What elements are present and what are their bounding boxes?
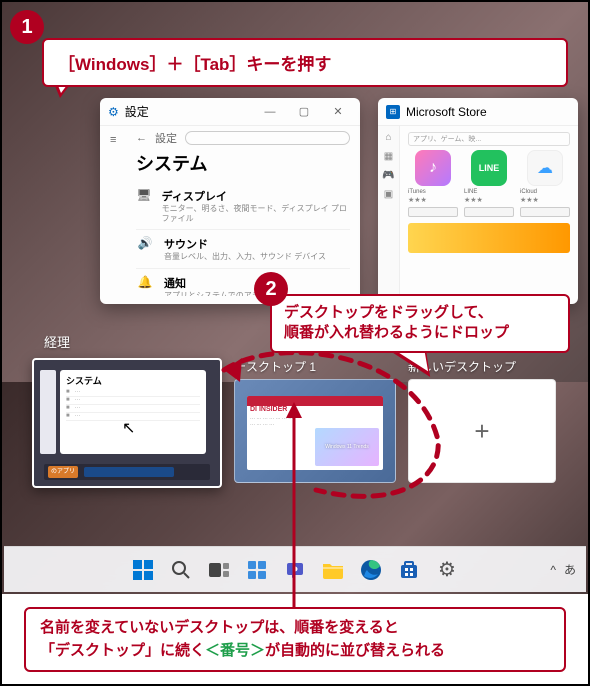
- ime-indicator[interactable]: あ: [564, 561, 576, 578]
- window-title: Microsoft Store: [406, 105, 487, 119]
- store-search[interactable]: アプリ、ゲーム、映...: [408, 132, 570, 146]
- annotation-badge-1: 1: [10, 10, 44, 44]
- store-banner[interactable]: [408, 223, 570, 253]
- games-icon[interactable]: 🎮: [382, 170, 394, 181]
- taskview-icon[interactable]: [207, 558, 231, 582]
- tray-caret-icon[interactable]: ^: [550, 563, 556, 577]
- callout-line: 名前を変えていないデスクトップは、順番を変えると: [40, 619, 399, 636]
- item-sub: 音量レベル、出力、入力、サウンド デバイス: [164, 252, 326, 262]
- settings-item-notifications[interactable]: 🔔 通知アプリとシステムでのアラート: [136, 269, 350, 296]
- window-title: 設定: [125, 103, 149, 120]
- line-icon: LINE: [471, 150, 507, 186]
- mini-browser: DI INSIDER ··· ··· ··· ··· ··· ··· ·····…: [247, 396, 383, 470]
- callout-line: デスクトップをドラッグして、: [284, 304, 493, 321]
- page-title: システム: [136, 150, 350, 176]
- search-icon[interactable]: [169, 558, 193, 582]
- settings-search[interactable]: [185, 131, 350, 145]
- store-taskbar-icon[interactable]: [397, 558, 421, 582]
- gear-icon: ⚙: [108, 105, 119, 119]
- taskview-thumb-settings[interactable]: ⚙ 設定 — ▢ ✕ ≡ ← 設定 システム 🖥 ディスプレイモニター、明るさ、…: [100, 98, 360, 304]
- movies-icon[interactable]: ▣: [384, 189, 393, 200]
- settings-taskbar-icon[interactable]: ⚙: [435, 558, 459, 582]
- home-icon[interactable]: ⌂: [385, 132, 391, 143]
- mini-sidebar: [40, 370, 56, 454]
- display-icon: 🖥: [136, 188, 152, 202]
- tile-rating: ★★★: [408, 196, 458, 204]
- explorer-icon[interactable]: [321, 558, 345, 582]
- desktop-label-dragged: 経理: [44, 332, 70, 351]
- annotation-badge-2: 2: [254, 272, 288, 306]
- callout-number-highlight: ＜番号＞: [205, 642, 265, 659]
- sound-icon: 🔊: [136, 236, 154, 250]
- maximize-icon[interactable]: ▢: [290, 105, 318, 118]
- item-sub: モニター、明るさ、夜間モード、ディスプレイ プロファイル: [162, 204, 350, 223]
- mini-logo: DI INSIDER: [247, 406, 383, 413]
- tile-button[interactable]: [464, 207, 514, 217]
- callout-line: 順番が入れ替わるようにドロップ: [284, 324, 509, 341]
- plus-icon: +: [474, 416, 489, 447]
- breadcrumb: 設定: [155, 130, 177, 146]
- tile-label: iTunes: [408, 189, 458, 196]
- mini-taskbar-segment: [84, 467, 174, 477]
- desktop-thumb-dragged[interactable]: システム ■ ··· ■ ··· ■ ··· ■ ··· ↖ のアプリ: [32, 358, 222, 488]
- tile-button[interactable]: [408, 207, 458, 217]
- edge-icon[interactable]: [359, 558, 383, 582]
- tile-rating: ★★★: [464, 196, 514, 204]
- minimize-icon[interactable]: —: [256, 106, 284, 118]
- annotation-callout-2: デスクトップをドラッグして、 順番が入れ替わるようにドロップ: [270, 294, 570, 353]
- mini-hero-image: Windows 11 Trends: [315, 428, 379, 466]
- store-tile-itunes[interactable]: ♪ iTunes ★★★: [408, 150, 458, 217]
- bell-icon: 🔔: [136, 275, 154, 289]
- desktop-label-1: デスクトップ 1: [234, 358, 316, 375]
- annotation-callout-1: ［Windows］＋［Tab］キーを押す: [42, 38, 568, 87]
- itunes-icon: ♪: [415, 150, 451, 186]
- tile-label: iCloud: [520, 189, 570, 196]
- start-icon[interactable]: [131, 558, 155, 582]
- mini-title: システム: [66, 374, 200, 387]
- annotation-arrow-up: [284, 402, 304, 612]
- store-app-row: ♪ iTunes ★★★ LINE LINE ★★★ ☁ iCloud: [408, 150, 570, 217]
- item-title: ディスプレイ: [162, 188, 350, 204]
- tile-button[interactable]: [520, 207, 570, 217]
- store-sidebar: ⌂ ▦ 🎮 ▣: [378, 126, 400, 304]
- tile-label: LINE: [464, 189, 514, 196]
- item-title: サウンド: [164, 236, 326, 252]
- widgets-icon[interactable]: [245, 558, 269, 582]
- mini-taskbar-app: のアプリ: [48, 466, 78, 478]
- back-icon[interactable]: ←: [136, 132, 147, 144]
- apps-icon[interactable]: ▦: [384, 151, 393, 162]
- drag-cursor-icon: ↖: [122, 418, 135, 438]
- store-icon: ⊞: [386, 105, 400, 119]
- callout-line: が自動的に並び替えられる: [265, 642, 445, 659]
- annotation-callout-3: 名前を変えていないデスクトップは、順番を変えると 「デスクトップ」に続く＜番号＞…: [24, 607, 566, 672]
- tile-rating: ★★★: [520, 196, 570, 204]
- taskview-thumb-store[interactable]: ⊞ Microsoft Store ⌂ ▦ 🎮 ▣ アプリ、ゲーム、映... ♪…: [378, 98, 578, 304]
- settings-item-sound[interactable]: 🔊 サウンド音量レベル、出力、入力、サウンド デバイス: [136, 230, 350, 269]
- desktop-thumb-1[interactable]: DI INSIDER ··· ··· ··· ··· ··· ··· ·····…: [234, 379, 396, 483]
- mini-taskbar: のアプリ: [44, 464, 210, 480]
- window-titlebar: ⊞ Microsoft Store: [378, 98, 578, 126]
- settings-sidebar: ≡: [110, 130, 128, 296]
- store-tile-line[interactable]: LINE LINE ★★★: [464, 150, 514, 217]
- mini-window: システム ■ ··· ■ ··· ■ ··· ■ ···: [60, 370, 206, 454]
- close-icon[interactable]: ✕: [324, 105, 352, 118]
- window-titlebar: ⚙ 設定 — ▢ ✕: [100, 98, 360, 126]
- menu-icon: ≡: [110, 134, 128, 146]
- callout-line: 「デスクトップ」に続く: [40, 642, 205, 659]
- new-desktop-button[interactable]: +: [408, 379, 556, 483]
- icloud-icon: ☁: [527, 150, 563, 186]
- store-tile-icloud[interactable]: ☁ iCloud ★★★: [520, 150, 570, 217]
- settings-item-display[interactable]: 🖥 ディスプレイモニター、明るさ、夜間モード、ディスプレイ プロファイル: [136, 182, 350, 230]
